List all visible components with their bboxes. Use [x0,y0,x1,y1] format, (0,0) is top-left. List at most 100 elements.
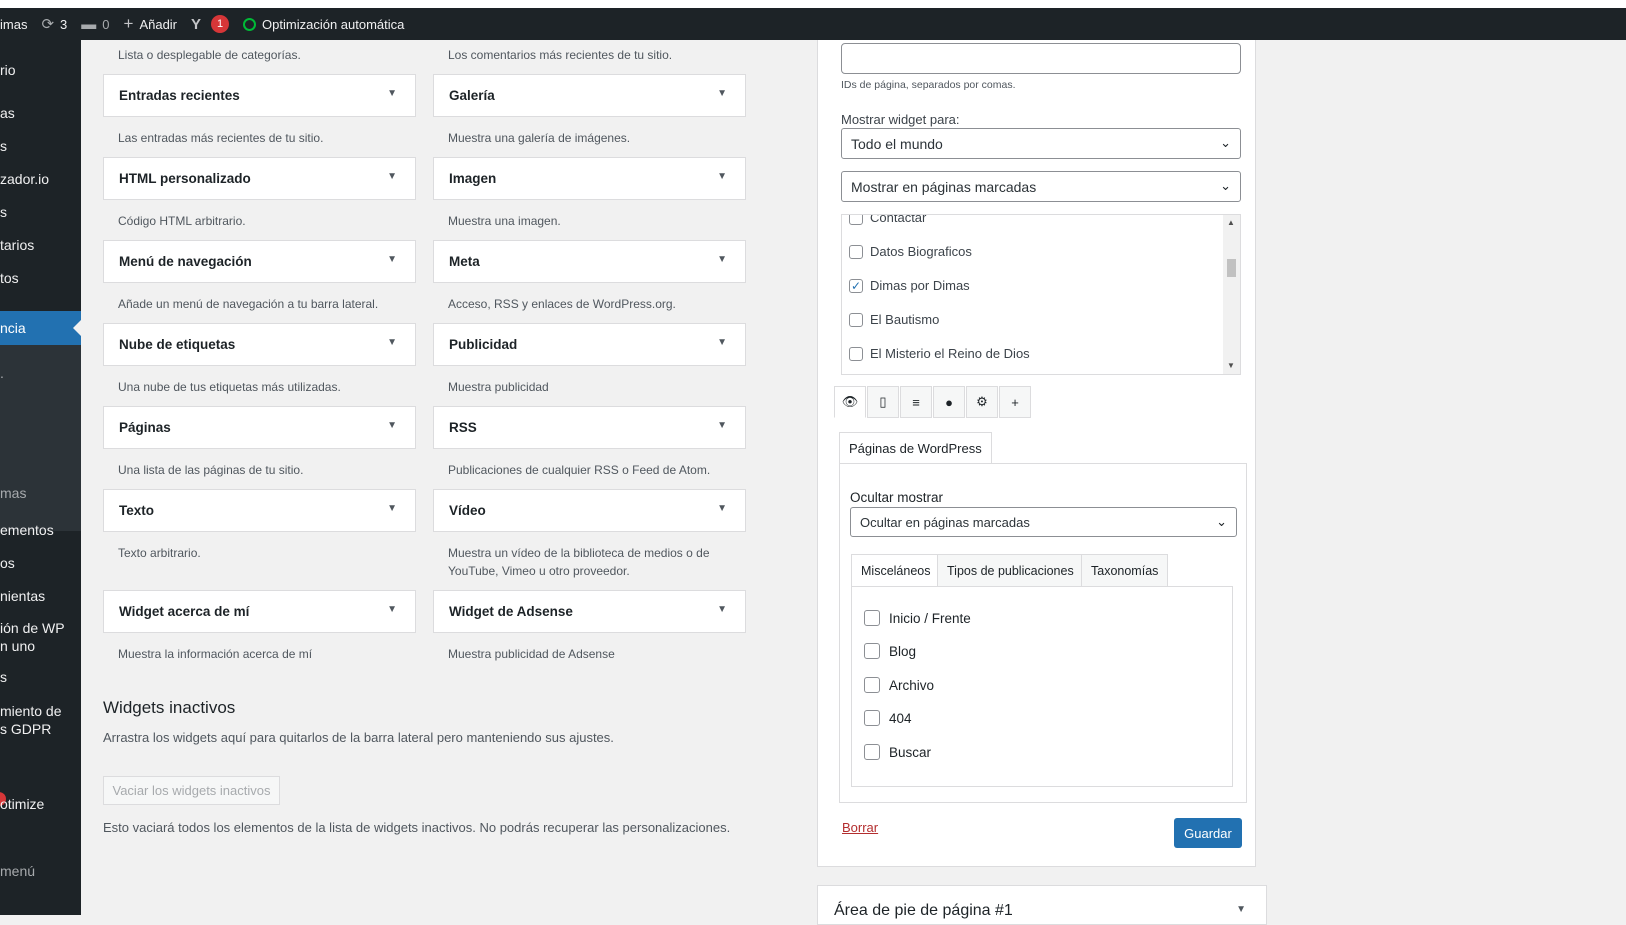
misc-option-archivo[interactable]: Archivo [864,677,934,693]
checkbox[interactable] [849,215,863,225]
add-new-link[interactable]: + Añadir [124,14,178,34]
subtab-taxonomias[interactable]: Taxonomías [1081,554,1169,586]
sidebar-item-gdpr[interactable]: miento de [0,702,61,720]
scroll-thumb[interactable] [1227,259,1236,277]
sidebar-item-entradas[interactable]: as [0,104,15,122]
caret-down-icon[interactable]: ▼ [387,88,397,99]
yoast-link[interactable]: Y 1 [191,15,230,33]
sidebar-item-migracion[interactable]: ión de WP [0,619,65,637]
checkbox[interactable] [849,346,863,361]
scrollbar[interactable]: ▲ ▼ [1223,215,1240,374]
misc-option-buscar[interactable]: Buscar [864,744,931,760]
checkbox[interactable] [849,244,863,259]
show-mode-select[interactable]: Mostrar en páginas marcadas ⌄ [841,171,1241,202]
widget-texto[interactable]: Texto ▼ [103,489,416,532]
show-for-select[interactable]: Todo el mundo ⌄ [841,128,1241,159]
page-check-dimas[interactable]: ✓ Dimas por Dimas [849,278,970,293]
comments-link[interactable]: ▬ 0 [81,16,109,33]
widget-meta[interactable]: Meta ▼ [433,240,746,283]
caret-down-icon[interactable]: ▼ [387,503,397,514]
scroll-up-icon[interactable]: ▲ [1227,218,1235,227]
sidebar-item-comentarios[interactable]: tarios [0,236,34,254]
save-button[interactable]: Guardar [1174,818,1242,848]
checkbox[interactable] [849,312,863,327]
widget-video[interactable]: Vídeo ▼ [433,489,746,532]
delete-link[interactable]: Borrar [842,820,878,835]
widget-nube-etiquetas[interactable]: Nube de etiquetas ▼ [103,323,416,366]
sidebar-item-gdpr-2[interactable]: s GDPR [0,720,51,738]
sidebar-item-ajustes[interactable]: s [0,668,7,686]
scroll-down-icon[interactable]: ▼ [1227,361,1235,370]
sidebar-item-organizador[interactable]: zador.io [0,170,49,188]
widget-galeria[interactable]: Galería ▼ [433,74,746,117]
sidebar-collapse-menu[interactable]: menú [0,862,35,880]
tab-wordpress-pages[interactable]: Páginas de WordPress [839,432,992,464]
misc-option-inicio[interactable]: Inicio / Frente [864,610,971,626]
sidebar-item-paginas[interactable]: s [0,203,7,221]
checkbox[interactable] [864,710,880,726]
caret-down-icon[interactable]: ▼ [387,171,397,182]
clear-inactive-button[interactable]: Vaciar los widgets inactivos [103,776,280,805]
subtab-miscelaneos[interactable]: Misceláneos [851,554,941,586]
caret-down-icon[interactable]: ▼ [717,604,727,615]
sidebar-item-medios[interactable]: s [0,137,7,155]
hide-show-select[interactable]: Ocultar en páginas marcadas ⌄ [850,507,1237,537]
caret-down-icon[interactable]: ▼ [717,420,727,431]
page-check-datos[interactable]: Datos Biograficos [849,244,972,259]
footer-area-widget[interactable]: Área de pie de página #1 ▼ [817,885,1267,925]
misc-option-404[interactable]: 404 [864,710,912,726]
align-icon[interactable]: ≡ [900,386,932,418]
widget-acerca-de-mi[interactable]: Widget acerca de mí ▼ [103,590,416,633]
sidebar-item-usuarios[interactable]: os [0,554,15,572]
checkbox[interactable] [864,744,880,760]
checkbox[interactable] [864,643,880,659]
caret-down-icon[interactable]: ▼ [717,254,727,265]
page-check-contactar[interactable]: Contactar [849,215,926,225]
caret-down-icon[interactable]: ▼ [387,337,397,348]
widget-imagen[interactable]: Imagen ▼ [433,157,746,200]
widget-entradas-recientes[interactable]: Entradas recientes ▼ [103,74,416,117]
widget-adsense[interactable]: Widget de Adsense ▼ [433,590,746,633]
checkbox-checked[interactable]: ✓ [849,278,863,293]
page-check-misterio[interactable]: El Misterio el Reino de Dios [849,346,1030,361]
caret-down-icon[interactable]: ▼ [717,88,727,99]
gear-icon[interactable]: ⚙ [966,386,998,418]
sidebar-item-complementos[interactable]: ementos [0,521,54,539]
eye-icon[interactable]: 👁 [834,386,866,418]
sidebar-item-apariencia[interactable]: ncia [0,311,81,345]
caret-down-icon[interactable]: ▼ [717,503,727,514]
sidebar-item-proyectos[interactable]: tos [0,269,19,287]
sidebar-subitem-temas[interactable]: mas [0,484,26,502]
widget-rss[interactable]: RSS ▼ [433,406,746,449]
caret-down-icon[interactable]: ▼ [387,254,397,265]
widget-publicidad[interactable]: Publicidad ▼ [433,323,746,366]
sidebar-item-herramientas[interactable]: nientas [0,587,45,605]
user-icon[interactable]: ● [933,386,965,418]
page-check-bautismo[interactable]: El Bautismo [849,312,939,327]
caret-down-icon[interactable]: ▼ [717,337,727,348]
sidebar-item-wp-optimize[interactable]: otimize [0,795,44,813]
mobile-icon[interactable]: ▯ [867,386,899,418]
updates-link[interactable]: ⟳ 3 [41,15,67,33]
footer-area-title: Área de pie de página #1 [834,902,1013,919]
misc-option-blog[interactable]: Blog [864,643,916,659]
checkbox[interactable] [864,610,880,626]
caret-down-icon[interactable]: ▼ [1236,904,1246,915]
widget-menu-navegacion[interactable]: Menú de navegación ▼ [103,240,416,283]
caret-down-icon[interactable]: ▼ [717,171,727,182]
autoptimize-link[interactable]: Optimización automática [243,17,404,32]
page-label: Dimas por Dimas [870,278,970,293]
sidebar-subitem[interactable]: . [0,364,4,382]
sidebar-item-inicio[interactable]: rio [0,61,16,79]
caret-down-icon[interactable]: ▼ [387,604,397,615]
sidebar-item-migracion-2[interactable]: n uno [0,637,35,655]
widget-html-personalizado[interactable]: HTML personalizado ▼ [103,157,416,200]
page-ids-input[interactable] [841,43,1241,74]
checkbox[interactable] [864,677,880,693]
widget-paginas[interactable]: Páginas ▼ [103,406,416,449]
caret-down-icon[interactable]: ▼ [387,420,397,431]
site-name-link[interactable]: imas [0,17,27,32]
subtab-tipos-publicaciones[interactable]: Tipos de publicaciones [937,554,1084,586]
plus-icon[interactable]: + [999,386,1031,418]
pages-checklist[interactable]: Contactar Datos Biograficos ✓ Dimas por D… [841,214,1241,375]
